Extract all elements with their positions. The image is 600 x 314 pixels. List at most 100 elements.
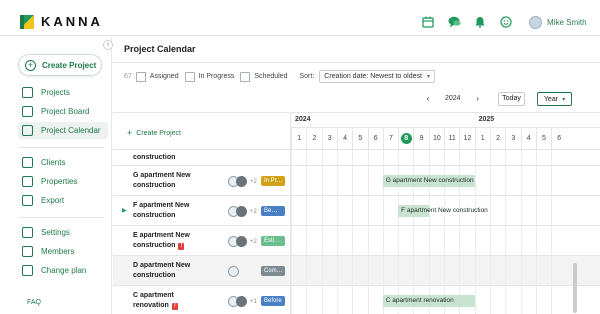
sidebar-item-members[interactable]: Members	[18, 243, 108, 260]
smiley-icon[interactable]	[498, 14, 514, 30]
project-name[interactable]: D apartment New construction	[133, 261, 211, 281]
today-button[interactable]: Today	[498, 92, 525, 106]
view-select[interactable]: Year ▾	[537, 92, 572, 106]
sidebar-item-label: Members	[41, 247, 75, 256]
user-name: Mike Smith	[547, 18, 587, 27]
schedule-bar[interactable]: F apartment New construction	[398, 205, 488, 217]
brand-logo[interactable]: KANNA	[20, 14, 103, 29]
month-gridline	[520, 286, 522, 314]
assignee-avatars[interactable]: +1	[228, 296, 257, 307]
table-row[interactable]: construction	[113, 150, 600, 166]
table-row[interactable]: G apartment New construction +2 In Pr… G ap…	[113, 166, 600, 196]
month-header: 5	[535, 128, 551, 151]
next-year-button[interactable]: ›	[473, 94, 483, 103]
sidebar-item-label: Projects	[41, 88, 70, 97]
table-row[interactable]: C apartment renovation! +1 Before C apartme…	[113, 286, 600, 314]
sidebar-item-label: Project Calendar	[41, 126, 101, 135]
status-badge[interactable]: Esti…	[261, 236, 285, 246]
month-gridline	[291, 150, 292, 165]
project-name[interactable]: E apartment New construction!	[133, 231, 211, 251]
table-row[interactable]: E apartment New construction! +2 Esti…	[113, 226, 600, 256]
sidebar-item-settings[interactable]: Settings	[18, 224, 108, 241]
faq-link[interactable]: FAQ	[27, 299, 41, 306]
calendar-icon	[22, 125, 33, 136]
month-header: 3	[321, 128, 337, 151]
month-gridline	[291, 286, 292, 314]
assignee-avatars[interactable]: +2	[228, 236, 257, 247]
chat-icon[interactable]	[446, 14, 462, 30]
extra-assignees-count: +1	[250, 298, 257, 305]
table-row[interactable]: ▶ F apartment New construction +2 Be… F apar…	[113, 196, 600, 226]
brand-name: KANNA	[41, 14, 103, 29]
sidebar-item-projects[interactable]: Projects	[18, 84, 108, 101]
sidebar-item-project-board[interactable]: Project Board	[18, 103, 108, 120]
status-badge[interactable]: In Pr…	[261, 176, 285, 186]
chevron-down-icon: ▾	[562, 96, 566, 103]
create-project-link[interactable]: + Create Project	[127, 128, 181, 138]
avatar	[236, 176, 247, 187]
calendar-icon[interactable]	[420, 14, 436, 30]
current-year: 2024	[445, 95, 461, 102]
in-progress-checkbox[interactable]	[184, 71, 195, 82]
status-badge[interactable]: Com…	[261, 266, 285, 276]
bell-icon[interactable]	[472, 14, 488, 30]
collapse-sidebar-button[interactable]: ‹	[103, 40, 113, 50]
vertical-scrollbar[interactable]	[573, 263, 577, 313]
project-name[interactable]: construction	[133, 153, 211, 163]
month-gridline	[520, 226, 522, 255]
month-label: 9	[419, 135, 424, 142]
month-gridline	[352, 226, 354, 255]
create-project-link-label: Create Project	[136, 129, 182, 137]
table-row[interactable]: D apartment New construction Com…	[113, 256, 600, 286]
month-label: 1	[480, 135, 485, 142]
month-gridline	[489, 256, 491, 285]
project-name[interactable]: F apartment New construction	[133, 201, 211, 221]
expand-row-icon[interactable]: ▶	[122, 207, 127, 214]
prev-year-button[interactable]: ‹	[423, 94, 433, 103]
month-gridline	[367, 256, 369, 285]
month-gridline	[352, 256, 354, 285]
avatar	[236, 296, 247, 307]
sidebar-item-label: Change plan	[41, 266, 87, 275]
schedule-bar[interactable]: G apartment New construction	[382, 175, 475, 187]
month-gridline	[336, 256, 338, 285]
month-gridline	[352, 166, 354, 195]
project-name[interactable]: C apartment renovation!	[133, 291, 211, 311]
month-gridline	[321, 286, 323, 314]
month-header: 4	[336, 128, 352, 151]
sort-value: Creation date: Newest to oldest	[324, 73, 422, 80]
month-gridline	[489, 150, 491, 165]
sidebar-item-clients[interactable]: Clients	[18, 154, 108, 171]
status-badge[interactable]: Before	[261, 296, 285, 306]
sidebar-item-project-calendar[interactable]: Project Calendar	[18, 122, 108, 139]
month-gridline	[336, 166, 338, 195]
month-gridline	[444, 256, 445, 285]
month-gridline	[428, 226, 430, 255]
sort-select[interactable]: Creation date: Newest to oldest ▾	[319, 70, 435, 83]
month-gridline	[474, 256, 476, 285]
scheduled-checkbox[interactable]	[240, 71, 251, 82]
project-name[interactable]: G apartment New construction	[133, 171, 211, 191]
month-header: 2	[306, 128, 321, 151]
user-menu[interactable]: Mike Smith	[529, 16, 587, 29]
month-gridline	[321, 196, 323, 225]
month-gridline	[306, 166, 308, 195]
sidebar-item-properties[interactable]: Properties	[18, 173, 108, 190]
month-gridline	[444, 150, 445, 165]
sidebar-item-export[interactable]: Export	[18, 192, 108, 209]
assignee-avatars[interactable]: +2	[228, 176, 257, 187]
status-badge[interactable]: Be…	[261, 206, 285, 216]
month-gridline	[535, 286, 537, 314]
month-gridline	[505, 226, 507, 255]
sidebar-item-change-plan[interactable]: Change plan	[18, 262, 108, 279]
assignee-avatars[interactable]	[228, 266, 239, 277]
assigned-checkbox[interactable]	[135, 71, 146, 82]
month-header: 11	[444, 128, 459, 151]
assignee-avatars[interactable]: +2	[228, 206, 257, 217]
month-gridline	[444, 226, 445, 255]
sidebar-item-label: Project Board	[41, 107, 90, 116]
month-gridline	[321, 256, 323, 285]
month-label: 3	[327, 135, 332, 142]
schedule-bar[interactable]: C apartment renovation	[382, 295, 475, 307]
create-project-button[interactable]: + Create Project	[18, 54, 102, 76]
